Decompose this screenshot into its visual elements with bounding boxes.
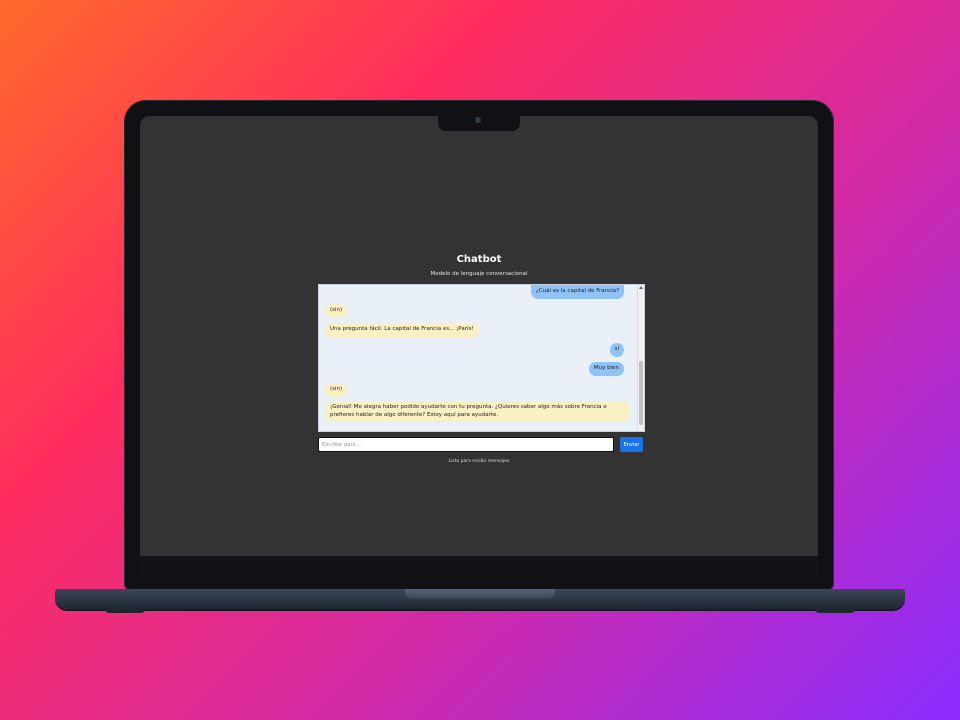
laptop-base: [55, 589, 905, 609]
message-list: ¿Cuál es la capital de Francia? (sin) Un…: [319, 285, 638, 431]
user-message: sí: [609, 343, 624, 357]
camera-notch: [438, 116, 520, 131]
user-message: ¿Cuál es la capital de Francia?: [530, 285, 624, 299]
send-button[interactable]: Enviar: [620, 437, 643, 452]
scroll-up-arrow-icon[interactable]: [639, 286, 643, 289]
bot-message: (sin): [325, 304, 348, 318]
user-message: Muy bien: [588, 362, 624, 376]
camera-icon: [475, 117, 481, 123]
input-row: Enviar: [318, 437, 645, 453]
laptop-screen: Chatbot Modelo de lenguaje conversaciona…: [140, 116, 818, 556]
bot-message: ¡Genial! Me alegra haber podido ayudarte…: [325, 401, 629, 422]
laptop-foot: [105, 609, 145, 613]
bottom-bezel: [140, 556, 818, 578]
status-text: Listo para recibir mensajes: [448, 459, 510, 464]
bot-message: (sin): [325, 383, 348, 397]
laptop-foot: [815, 609, 855, 613]
trackpad-notch: [405, 589, 555, 599]
page-subtitle: Modelo de lenguaje conversacional: [430, 271, 528, 277]
page-title: Chatbot: [456, 254, 502, 265]
chat-history[interactable]: ¿Cuál es la capital de Francia? (sin) Un…: [318, 284, 645, 432]
bot-message: Una pregunta fácil. La capital de Franci…: [325, 323, 479, 337]
laptop-lid: Chatbot Modelo de lenguaje conversaciona…: [124, 100, 834, 590]
chat-scrollbar[interactable]: [637, 285, 644, 431]
scroll-thumb[interactable]: [639, 361, 643, 425]
message-input[interactable]: [318, 437, 614, 452]
